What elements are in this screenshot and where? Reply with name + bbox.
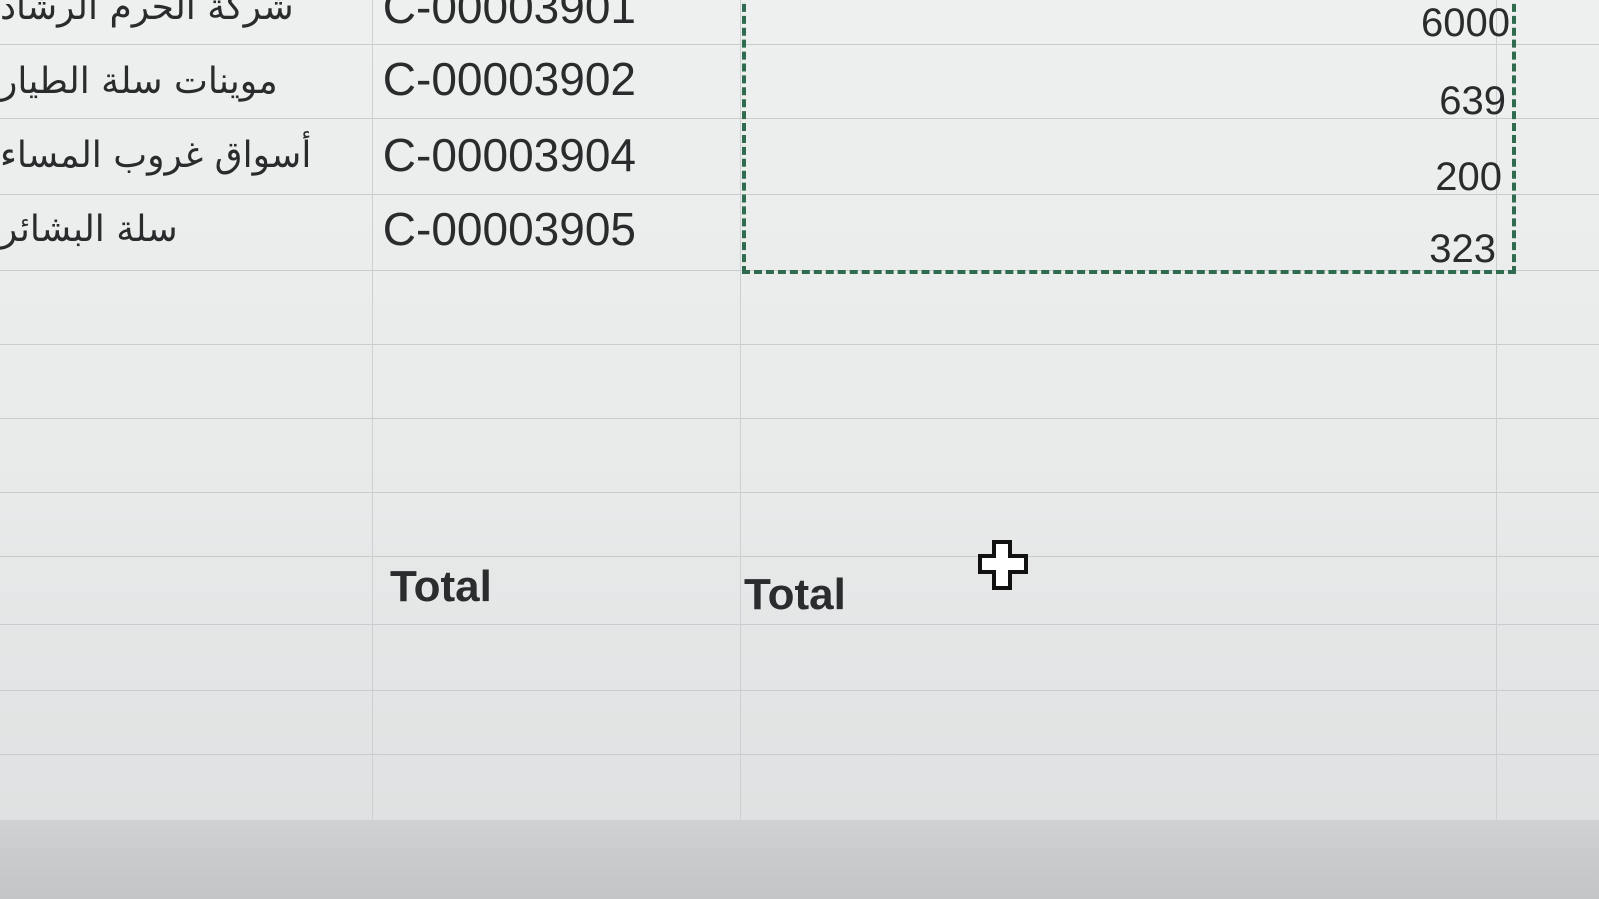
total-label-b[interactable]: Total	[390, 562, 492, 612]
row-gridline	[0, 492, 1599, 493]
customer-code-cell[interactable]: C-00003901	[376, 0, 636, 38]
row-gridline	[0, 344, 1599, 345]
customer-code-cell[interactable]: C-00003902	[376, 48, 636, 110]
customer-name-cell[interactable]: سلة البشائر	[0, 198, 360, 260]
row-gridline	[0, 418, 1599, 419]
column-gridline	[740, 0, 741, 820]
screen-bezel-area	[0, 820, 1599, 899]
spreadsheet-grid[interactable]: شركة الحرم الرشاد C-00003901 6000 موينات…	[0, 0, 1599, 820]
column-gridline	[372, 0, 373, 820]
customer-name-cell[interactable]: شركة الحرم الرشاد	[0, 0, 358, 38]
excel-plus-cursor-icon	[976, 538, 1030, 592]
total-label-c[interactable]: Total	[744, 570, 846, 620]
customer-name-cell[interactable]: أسواق غروب المساء	[0, 124, 360, 186]
row-gridline	[0, 556, 1599, 557]
customer-code-cell[interactable]: C-00003905	[376, 198, 636, 260]
row-gridline	[0, 690, 1599, 691]
customer-name-cell[interactable]: موينات سلة الطيار	[0, 50, 358, 112]
row-gridline	[0, 624, 1599, 625]
copy-selection-marquee	[742, 0, 1516, 274]
customer-code-cell[interactable]: C-00003904	[376, 124, 636, 186]
row-gridline	[0, 754, 1599, 755]
